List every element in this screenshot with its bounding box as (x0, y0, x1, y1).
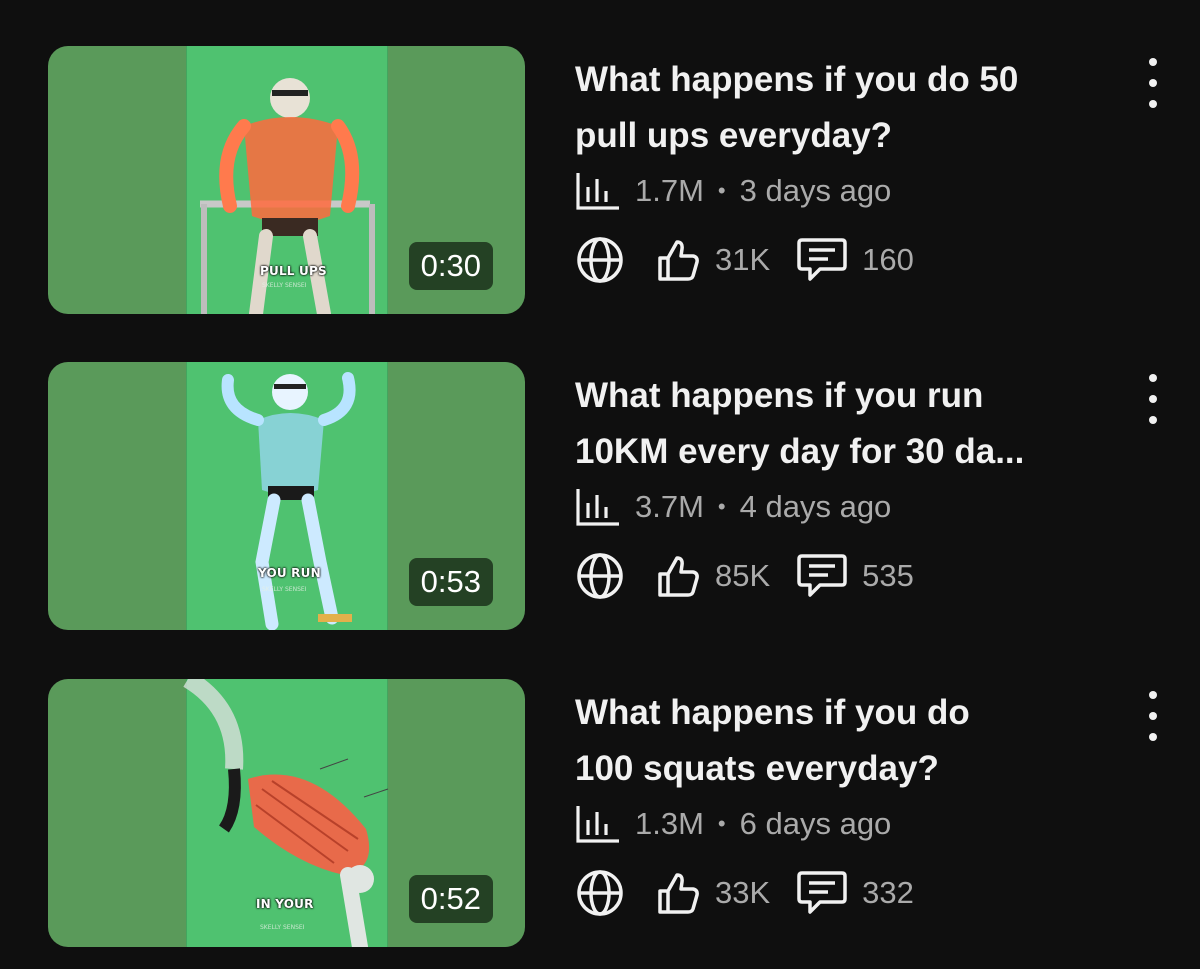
more-vert-icon (1149, 374, 1157, 382)
duration-badge: 0:52 (408, 875, 493, 923)
like-count: 31K (715, 242, 771, 277)
comment-count: 160 (862, 242, 914, 277)
comment-count: 535 (862, 558, 914, 593)
bar-chart-icon (575, 804, 621, 844)
thumbnail-subcaption: SKELLY SENSEI (262, 282, 307, 289)
globe-icon (575, 868, 625, 918)
video-thumbnail[interactable]: PULL UPS SKELLY SENSEI 0:30 (48, 46, 525, 314)
meta-separator: • (717, 178, 726, 203)
view-count: 1.3M (635, 806, 704, 841)
video-title[interactable]: What happens if you do 50 pull ups every… (575, 52, 1135, 164)
duration-badge: 0:30 (408, 242, 493, 290)
comment-icon[interactable] (796, 552, 848, 600)
thumbnail-subcaption: SKELLY SENSEI (262, 586, 307, 593)
video-title-line: pull ups everyday? (575, 116, 893, 155)
video-title-line: 100 squats everyday? (575, 749, 939, 788)
thumbs-up-icon[interactable] (655, 871, 701, 915)
more-vert-icon (1149, 691, 1157, 699)
duration-badge: 0:53 (408, 558, 493, 606)
bar-chart-icon (575, 487, 621, 527)
thumbnail-subcaption: SKELLY SENSEI (260, 924, 305, 931)
video-metadata: 3.7M • 4 days ago (575, 487, 891, 527)
globe-icon (575, 551, 625, 601)
video-title[interactable]: What happens if you run 10KM every day f… (575, 368, 1135, 480)
video-metadata: 1.3M • 6 days ago (575, 804, 891, 844)
more-options-button[interactable] (1138, 374, 1168, 424)
thumbnail-caption: YOU RUN (258, 566, 321, 580)
like-count: 33K (715, 875, 771, 910)
video-title-line: 10KM every day for 30 da... (575, 432, 1025, 471)
like-count: 85K (715, 558, 771, 593)
more-options-button[interactable] (1138, 691, 1168, 741)
thumbs-up-icon[interactable] (655, 238, 701, 282)
video-row[interactable]: IN YOUR SKELLY SENSEI 0:52 What happens … (0, 679, 1200, 969)
video-thumbnail[interactable]: IN YOUR SKELLY SENSEI 0:52 (48, 679, 525, 947)
video-stats: 33K 332 (575, 868, 914, 918)
video-thumbnail[interactable]: YOU RUN SKELLY SENSEI 0:53 (48, 362, 525, 630)
upload-age: 6 days ago (739, 806, 892, 841)
video-title-line: What happens if you do 50 (575, 60, 1019, 99)
comment-icon[interactable] (796, 869, 848, 917)
comment-count: 332 (862, 875, 914, 910)
more-options-button[interactable] (1138, 58, 1168, 108)
view-count: 3.7M (635, 489, 704, 524)
video-title-line: What happens if you run (575, 376, 984, 415)
thumbnail-caption: PULL UPS (260, 264, 327, 278)
upload-age: 4 days ago (739, 489, 892, 524)
meta-separator: • (717, 811, 726, 836)
more-vert-icon (1149, 58, 1157, 66)
thumbnail-caption: IN YOUR (256, 897, 314, 911)
globe-icon (575, 235, 625, 285)
video-metadata: 1.7M • 3 days ago (575, 171, 891, 211)
upload-age: 3 days ago (739, 173, 892, 208)
video-row[interactable]: PULL UPS SKELLY SENSEI 0:30 What happens… (0, 46, 1200, 336)
video-stats: 31K 160 (575, 235, 914, 285)
view-count: 1.7M (635, 173, 704, 208)
bar-chart-icon (575, 171, 621, 211)
thumbs-up-icon[interactable] (655, 554, 701, 598)
video-title[interactable]: What happens if you do 100 squats everyd… (575, 685, 1135, 797)
video-row[interactable]: YOU RUN SKELLY SENSEI 0:53 What happens … (0, 362, 1200, 652)
meta-separator: • (717, 494, 726, 519)
comment-icon[interactable] (796, 236, 848, 284)
video-title-line: What happens if you do (575, 693, 970, 732)
video-stats: 85K 535 (575, 551, 914, 601)
